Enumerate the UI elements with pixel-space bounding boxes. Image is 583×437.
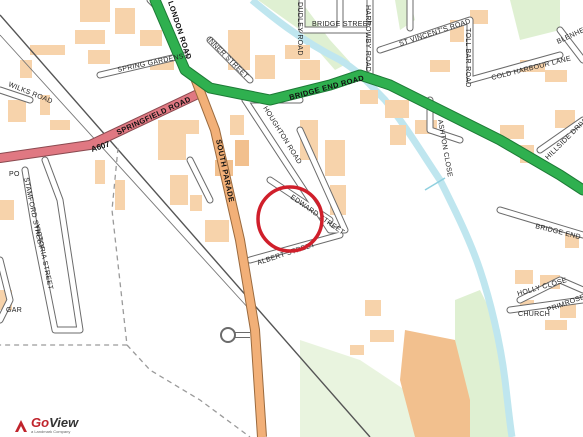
label-dudley-road: DUDLEY ROAD xyxy=(296,2,303,56)
label-gar: GAR xyxy=(6,307,22,314)
label-po: PO xyxy=(9,171,20,178)
label-harrowby-road: HARROWBY ROAD xyxy=(364,5,371,72)
goview-mark-icon xyxy=(14,419,28,433)
label-bridge-street: BRIDGE STREET xyxy=(312,21,373,28)
goview-logo: GoView a Landmark Company xyxy=(14,415,79,434)
map-canvas: LONDON ROAD BRIDGE END ROAD SPRINGFIELD … xyxy=(0,0,583,437)
map-view[interactable]: LONDON ROAD BRIDGE END ROAD SPRINGFIELD … xyxy=(0,0,583,437)
label-church: CHURCH xyxy=(518,311,550,318)
label-toll-bar-road: TOLL BAR ROAD xyxy=(464,28,471,88)
goview-wordmark: GoView xyxy=(31,415,79,430)
